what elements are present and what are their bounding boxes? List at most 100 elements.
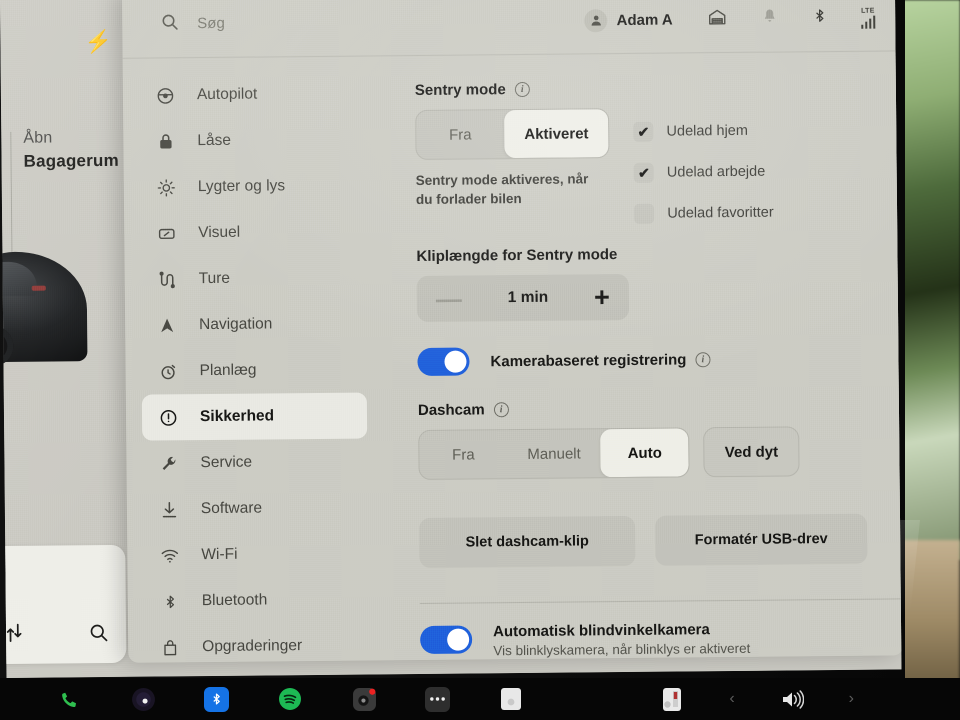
sentry-helper-text: Sentry mode aktiveres, når du forlader b… [415, 171, 589, 208]
info-icon[interactable]: i [514, 81, 530, 98]
settings-content: Sentry mode i Fra Aktiveret Sentry mode … [381, 51, 902, 660]
camera-detection-label-group: Kamerabaseret registrering i [490, 350, 711, 370]
sidebar-item-label: Sikkerhed [199, 407, 275, 426]
sentry-mode-title: Sentry mode i [415, 78, 878, 99]
checkbox-udelad-hjem[interactable]: ✔ Udelad hjem [633, 121, 773, 142]
checkbox-udelad-arbejde[interactable]: ✔ Udelad arbejde [633, 162, 774, 183]
dashcam-action-buttons: Slet dashcam-klip Formatér USB-drev [418, 513, 882, 568]
sidebar-item-bluetooth[interactable]: Bluetooth [144, 576, 369, 624]
bluetooth-icon[interactable] [812, 6, 827, 30]
sidebar-item-lygter-og-lys[interactable]: Lygter og lys [140, 163, 365, 211]
charging-bolt-icon: ⚡ [84, 28, 112, 55]
info-icon[interactable]: i [493, 402, 509, 418]
checkmark-icon: ✔ [633, 162, 654, 183]
blindspot-toggle[interactable] [420, 625, 473, 654]
settings-modal: Søg Adam A LTE Autopilot Låse Lygter og … [121, 0, 902, 663]
sidebar-item-visuel[interactable]: Visuel [140, 209, 365, 257]
sentry-mode-label: Sentry mode [414, 81, 506, 100]
sidebar-item-label: Visuel [198, 223, 241, 242]
sentry-option-fra[interactable]: Fra [416, 110, 504, 159]
camera-lens-icon[interactable] [130, 686, 156, 712]
settings-topbar: Søg Adam A LTE [121, 0, 898, 59]
prev-button[interactable]: ‹ [729, 690, 734, 708]
bag-upgrade-icon [160, 637, 180, 657]
checkbox-label: Udelad arbejde [666, 163, 766, 181]
car-touchscreen: Åbn Bagagerum ⚡ Søg Adam A LTE Autopilot… [0, 0, 902, 678]
clip-length-stepper[interactable]: — 1 min + [416, 273, 630, 323]
checkmark-icon: ✔ [633, 121, 654, 142]
more-dots-icon[interactable] [425, 686, 450, 712]
dashcam-record-icon[interactable] [351, 686, 377, 712]
sentry-mode-segmented-control[interactable]: Fra Aktiveret [415, 108, 610, 161]
open-trunk-control[interactable]: Åbn Bagagerum [23, 129, 138, 172]
sentry-option-aktiveret[interactable]: Aktiveret [504, 109, 609, 159]
camera-detection-toggle[interactable] [417, 347, 470, 377]
section-divider [419, 598, 902, 604]
checkbox-label: Udelad favoritter [667, 204, 774, 222]
sidebar-item-label: Lygter og lys [197, 177, 286, 196]
wrench-icon [158, 453, 178, 473]
bluetooth-icon [160, 591, 180, 611]
user-profile-button[interactable]: Adam A [584, 8, 673, 32]
garage-icon[interactable] [707, 7, 727, 32]
sidebar-item-label: Wi-Fi [201, 545, 238, 564]
lock-icon [155, 131, 175, 151]
phone-icon[interactable] [56, 686, 82, 712]
sidebar-item-autopilot[interactable]: Autopilot [139, 71, 364, 119]
thermometer-icon[interactable] [659, 686, 685, 712]
blindspot-sublabel: Vis blinklyskamera, når blinklys er akti… [493, 640, 751, 659]
search-icon[interactable] [88, 621, 109, 647]
app-icon[interactable] [498, 686, 524, 712]
photo-scene: Åbn Bagagerum ⚡ Søg Adam A LTE Autopilot… [0, 0, 960, 720]
next-button[interactable]: › [849, 690, 854, 708]
wifi-icon [159, 545, 179, 565]
sidebar-item-wifi[interactable]: Wi-Fi [143, 530, 368, 578]
trunk-label-line2: Bagagerum [23, 150, 119, 171]
sliders-icon[interactable] [4, 622, 26, 649]
stepper-decrement-button[interactable]: — [436, 284, 462, 314]
format-usb-drive-button[interactable]: Formatér USB-drev [654, 513, 868, 566]
info-icon[interactable]: i [695, 351, 711, 367]
topbar-right-cluster: Adam A LTE [584, 0, 876, 54]
sidebar-item-laase[interactable]: Låse [139, 117, 364, 165]
search-field[interactable]: Søg [122, 10, 402, 37]
blindspot-row: Automatisk blindvinkelkamera Vis blinkly… [420, 620, 883, 659]
sidebar-item-label: Autopilot [196, 85, 258, 104]
sidebar-item-navigation[interactable]: Navigation [141, 301, 366, 349]
route-icon [157, 269, 177, 289]
sidebar-item-planlaeg[interactable]: Planlæg [141, 346, 366, 394]
sidebar-item-label: Låse [197, 131, 232, 150]
alarm-clock-icon [157, 361, 177, 381]
navigation-arrow-icon [157, 315, 177, 335]
dashcam-segmented-control[interactable]: Fra Manuelt Auto [418, 427, 690, 481]
dashcam-title: Dashcam i [418, 398, 881, 419]
alert-circle-icon [158, 407, 178, 427]
steering-wheel-icon [155, 85, 175, 105]
sidebar-item-sikkerhed[interactable]: Sikkerhed [141, 392, 368, 441]
dashcam-ved-dyt-button[interactable]: Ved dyt [705, 427, 799, 476]
bell-icon[interactable] [761, 7, 778, 30]
sidebar-item-software[interactable]: Software [143, 484, 368, 532]
dashcam-option-manuelt[interactable]: Manuelt [507, 429, 601, 478]
sun-brightness-icon [156, 177, 176, 197]
sidebar-item-service[interactable]: Service [142, 438, 367, 486]
camera-detection-label: Kamerabaseret registrering [490, 350, 687, 370]
sidebar-item-ture[interactable]: Ture [140, 255, 365, 303]
stepper-increment-button[interactable]: + [594, 282, 610, 312]
checkbox-udelad-favoritter[interactable]: Udelad favoritter [634, 203, 774, 224]
stepper-value: 1 min [507, 288, 549, 307]
bluetooth-app-icon[interactable] [204, 686, 229, 712]
spotify-icon[interactable] [277, 686, 303, 712]
dashcam-option-fra[interactable]: Fra [419, 430, 507, 479]
search-placeholder: Søg [197, 14, 225, 33]
dashcam-option-auto[interactable]: Auto [600, 428, 689, 478]
car-illustration[interactable] [0, 251, 88, 367]
sidebar-item-opgraderinger[interactable]: Opgraderinger [144, 622, 369, 662]
volume-icon[interactable] [779, 686, 805, 712]
car-window [0, 261, 37, 297]
sidebar-item-label: Software [200, 499, 263, 518]
user-name: Adam A [616, 11, 673, 29]
delete-dashcam-clips-button[interactable]: Slet dashcam-klip [418, 515, 636, 568]
sentry-exclusion-checkboxes: ✔ Udelad hjem ✔ Udelad arbejde Udelad fa… [633, 107, 774, 224]
sidebar-item-label: Service [200, 453, 253, 472]
